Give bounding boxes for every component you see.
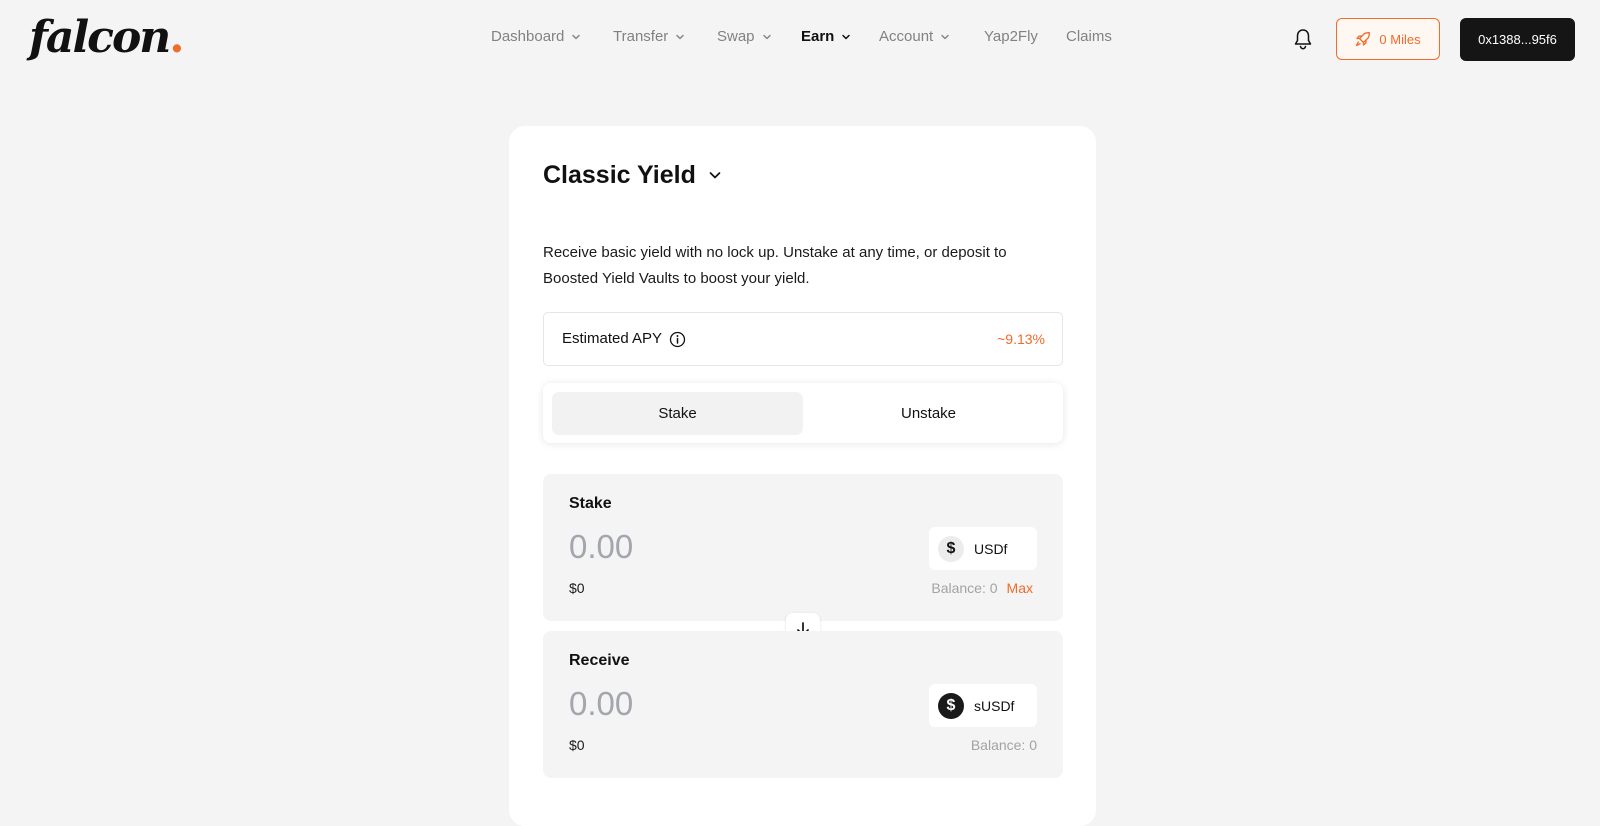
nav-item-transfer[interactable]: Transfer: [613, 26, 685, 48]
nav-label: Dashboard: [491, 28, 565, 45]
stake-amount-input[interactable]: [569, 527, 869, 567]
usdf-token-icon: $: [938, 535, 964, 562]
tab-stake[interactable]: Stake: [552, 392, 803, 435]
miles-button[interactable]: 0 Miles: [1336, 18, 1440, 60]
susdf-token-icon: $: [938, 692, 964, 719]
token-symbol: sUSDf: [974, 697, 1015, 714]
chevron-down-icon: [842, 34, 851, 40]
stake-balance: Balance: 0: [931, 580, 998, 596]
nav-item-dashboard[interactable]: Dashboard: [491, 26, 581, 48]
nav-label: Yap2Fly: [984, 28, 1038, 45]
miles-label: 0 Miles: [1379, 31, 1421, 47]
token-selector-susdf[interactable]: $ sUSDf: [929, 684, 1037, 727]
apy-label-group: Estimated APY: [562, 313, 686, 365]
token-selector-usdf[interactable]: $ USDf: [929, 527, 1037, 570]
panel-title: Receive: [569, 652, 630, 669]
nav-label: Claims: [1066, 28, 1112, 45]
stake-panel: Stake $ USDf $0 Balance: 0 Max: [543, 474, 1063, 621]
tab-label: Unstake: [900, 405, 957, 422]
stake-balance-group: Balance: 0 Max: [931, 580, 1033, 596]
chevron-down-icon: [941, 34, 949, 40]
nav-item-swap[interactable]: Swap: [717, 26, 772, 48]
receive-balance: Balance: 0: [970, 737, 1037, 753]
receive-amount-input[interactable]: [569, 684, 869, 724]
rocket-icon: [1356, 32, 1371, 47]
receive-panel: Receive $ sUSDf $0 Balance: 0: [543, 631, 1063, 778]
bell-icon[interactable]: [1292, 27, 1314, 51]
chevron-down-icon: [572, 34, 581, 40]
nav-item-yap2fly[interactable]: Yap2Fly: [984, 26, 1038, 48]
nav-label: Earn: [801, 28, 835, 45]
tab-label: Stake: [658, 405, 697, 422]
max-button[interactable]: Max: [1007, 580, 1033, 596]
vault-selector[interactable]: Classic Yield: [543, 160, 722, 190]
nav-item-account[interactable]: Account: [879, 26, 950, 48]
stake-unstake-toggle: Stake Unstake: [543, 383, 1063, 443]
estimated-apy-box: Estimated APY ~9.13%: [543, 312, 1063, 366]
card-title: Classic Yield: [543, 161, 696, 189]
receive-usd-value: $0: [569, 737, 585, 753]
panel-title: Stake: [569, 495, 612, 512]
nav-label: Transfer: [613, 28, 669, 45]
nav-label: Swap: [717, 28, 755, 45]
nav-item-earn[interactable]: Earn: [801, 26, 851, 48]
receive-balance-group: Balance: 0: [971, 737, 1037, 753]
apy-value: ~9.13%: [997, 331, 1045, 347]
token-symbol: USDf: [974, 540, 1008, 557]
wallet-address-button[interactable]: 0x1388...95f6: [1460, 18, 1575, 61]
nav-item-claims[interactable]: Claims: [1066, 26, 1112, 48]
chevron-down-icon: [709, 172, 721, 179]
chevron-down-icon: [762, 34, 771, 40]
apy-label: Estimated APY: [562, 330, 663, 347]
info-icon[interactable]: [669, 331, 686, 348]
nav-label: Account: [879, 28, 934, 45]
chevron-down-icon: [676, 34, 684, 40]
stake-usd-value: $0: [569, 580, 585, 596]
classic-yield-card: Classic Yield Receive basic yield with n…: [509, 126, 1096, 826]
card-description: Receive basic yield with no lock up. Uns…: [543, 244, 1007, 287]
wallet-address: 0x1388...95f6: [1478, 32, 1557, 47]
tab-unstake[interactable]: Unstake: [803, 392, 1054, 435]
